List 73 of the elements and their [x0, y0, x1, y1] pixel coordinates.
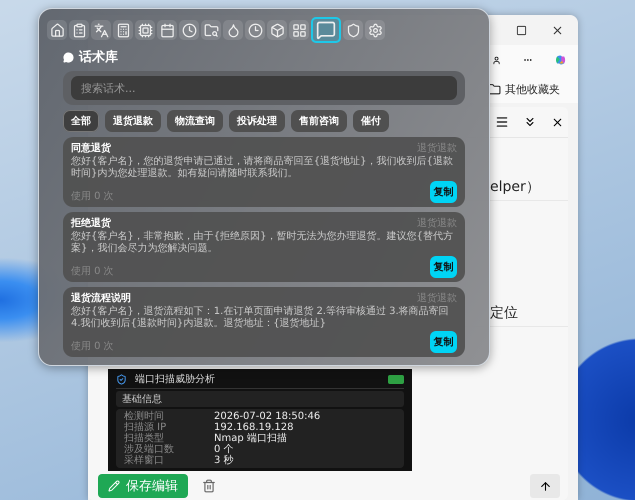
tool-tab[interactable]: [201, 20, 221, 40]
preview-title: 端口扫描威胁分析: [135, 372, 216, 386]
side-panel-text: elper）: [490, 178, 540, 197]
copy-button[interactable]: 复制: [430, 331, 457, 353]
tool-tab[interactable]: [223, 20, 243, 40]
settings-icon: [368, 22, 382, 38]
tool-tab[interactable]: [267, 20, 287, 40]
chat-icon: [316, 20, 336, 40]
scroll-top-button[interactable]: [530, 474, 560, 498]
card-text: 您好{客户名}，您的退货申请已通过，请将商品寄回至{退货地址}，我们收到后{退款时间}内为您处理退款。如有疑问请随时联系我们。: [71, 156, 454, 180]
filter-chip[interactable]: 物流查询: [167, 110, 223, 132]
tool-tab[interactable]: [311, 17, 341, 43]
tool-tab[interactable]: [157, 20, 177, 40]
tool-tab[interactable]: [113, 20, 133, 40]
tool-tab[interactable]: [289, 20, 309, 40]
tool-tab[interactable]: [91, 20, 111, 40]
card-title: 拒绝退货: [71, 216, 111, 230]
side-panel-text: 定位: [490, 304, 518, 323]
shield-icon: [346, 22, 360, 38]
tool-tab[interactable]: [343, 20, 363, 40]
tool-tab[interactable]: [135, 20, 155, 40]
chat-bubble-icon: [63, 52, 74, 62]
card-title: 同意退货: [71, 142, 111, 155]
info-value: 2026-07-02 18:50:46: [214, 411, 322, 422]
pencil-icon: [108, 480, 120, 492]
status-badge: [388, 374, 404, 384]
arrow-up-icon: [538, 480, 552, 492]
filter-chip[interactable]: 催付: [353, 110, 389, 132]
clock-icon: [182, 22, 196, 38]
copy-button[interactable]: 复制: [430, 256, 457, 278]
info-label: 采样窗口: [124, 455, 165, 466]
card-text: 您好{客户名}，非常抱歉，由于{拒绝原因}，暂时无法为您办理退货。建议您{替代方案}，我们会尽力为您解决问题。: [71, 231, 454, 255]
filter-chip[interactable]: 退货退款: [105, 110, 161, 132]
filter-chip[interactable]: 投诉处理: [229, 110, 285, 132]
translate-icon: [94, 22, 108, 38]
clipboard-icon: [72, 22, 86, 38]
panel-title: 话术库: [79, 48, 118, 66]
filter-chip[interactable]: 全部: [63, 110, 99, 132]
copy-button[interactable]: 复制: [430, 181, 457, 203]
box-icon: [270, 22, 284, 38]
preview-section-header: 基础信息: [116, 391, 404, 407]
info-value: 3 秒: [214, 455, 235, 466]
info-label: 涉及端口数: [124, 444, 175, 455]
maximize-icon[interactable]: [516, 24, 527, 36]
profile-icon[interactable]: [492, 54, 502, 66]
chip-icon: [138, 22, 152, 38]
droplet-icon: [226, 22, 240, 38]
tool-tab[interactable]: [179, 20, 199, 40]
info-value: 192.168.19.128: [214, 422, 295, 433]
home-icon: [50, 22, 64, 38]
filter-chip[interactable]: 售前咨询: [291, 110, 347, 132]
search-field[interactable]: 搜索话术...: [63, 71, 465, 105]
grid-icon: [292, 22, 306, 38]
calendar-icon: [160, 22, 174, 38]
trash-icon[interactable]: [202, 479, 216, 493]
info-label: 扫描类型: [124, 433, 165, 444]
tool-tab[interactable]: [47, 20, 67, 40]
close-icon[interactable]: [551, 24, 564, 36]
info-value: Nmap 端口扫描: [214, 433, 288, 444]
tool-tab[interactable]: [69, 20, 89, 40]
tool-tab[interactable]: [365, 20, 385, 40]
calculator-icon: [116, 22, 130, 38]
shield-icon: [116, 374, 127, 384]
info-value: 0 个: [214, 444, 235, 455]
info-label: 检测时间: [124, 411, 165, 422]
folder-search-icon: [204, 22, 218, 38]
card-text: 您好{客户名}，退货流程如下：1.在订单页面申请退货 2.等待审核通过 3.将商品寄回 4.我们收到后{退款时间}内退款。退货地址：{退货地址}: [71, 306, 450, 330]
menu-icon[interactable]: [495, 115, 509, 129]
info-label: 扫描源 IP: [124, 422, 168, 433]
close-icon[interactable]: [551, 116, 564, 128]
clock-icon: [248, 22, 262, 38]
tool-tab[interactable]: [245, 20, 265, 40]
card-title: 退货流程说明: [71, 291, 131, 305]
